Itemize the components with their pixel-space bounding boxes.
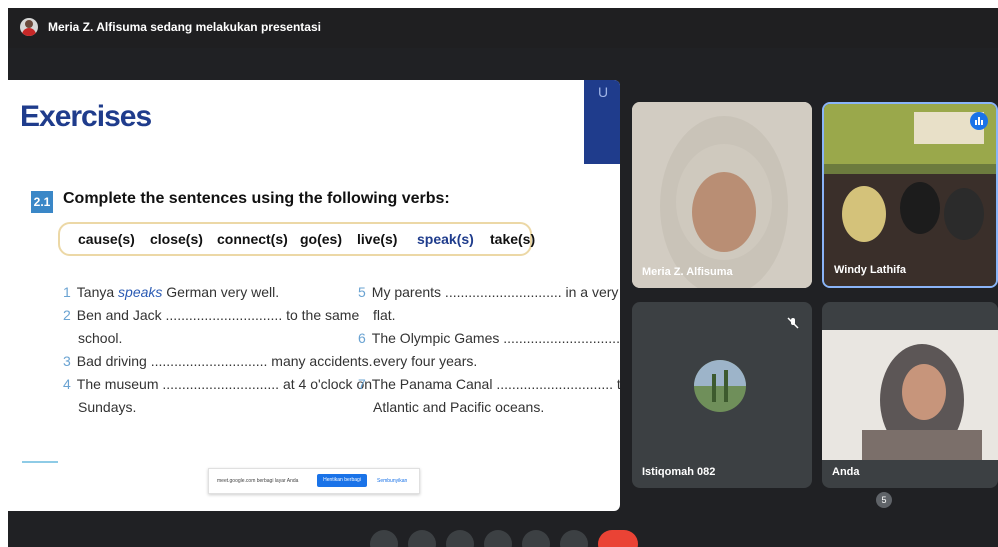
sentence-3: 3 Bad driving ...........................… [63, 353, 373, 369]
verb-item: take(s) [490, 231, 536, 247]
section-number: 2.1 [31, 191, 53, 213]
sentence-2: 2 Ben and Jack ..........................… [63, 307, 360, 323]
share-bar-text: meet.google.com berbagi layar Anda [217, 478, 299, 484]
camera-button[interactable] [408, 530, 436, 547]
mic-button[interactable] [370, 530, 398, 547]
verb-item: cause(s) [78, 231, 135, 247]
sentence-1: 1 Tanya speaks German very well. [63, 284, 280, 300]
shared-slide: U Exercises 2.1 Complete the sentences u… [8, 80, 620, 511]
slide-title: Exercises [20, 100, 152, 133]
verb-item: go(es) [300, 231, 342, 247]
presenter-bar: Meria Z. Alfisuma sedang melakukan prese… [8, 8, 998, 48]
more-options-button[interactable] [560, 530, 588, 547]
verb-item: connect(s) [217, 231, 288, 247]
speaking-indicator-icon [970, 112, 988, 130]
sentence-5: 5 My parents ............................… [358, 284, 620, 300]
info-button[interactable] [828, 530, 856, 547]
participant-name: Anda [832, 466, 860, 478]
screen-share-bar: meet.google.com berbagi layar Anda Henti… [208, 468, 420, 494]
end-call-button[interactable] [598, 530, 638, 547]
raise-hand-button[interactable] [446, 530, 474, 547]
participant-tile[interactable]: Windy Lathifa [822, 102, 998, 288]
people-button[interactable] [870, 530, 898, 547]
verb-list: cause(s) close(s) connect(s) go(es) live… [58, 222, 536, 256]
participant-avatar [694, 360, 746, 412]
verb-item: close(s) [150, 231, 203, 247]
chat-button[interactable] [908, 530, 936, 547]
handwritten-answer: speaks [118, 284, 163, 300]
participant-video [632, 102, 812, 288]
hide-button[interactable]: Sembunyikan [377, 478, 407, 484]
participant-tile[interactable]: Meria Z. Alfisuma [632, 102, 812, 288]
verb-item: speak(s) [417, 231, 474, 247]
slide-corner-decoration: U [584, 80, 620, 164]
participant-video [824, 104, 996, 286]
participant-count-badge: 5 [876, 492, 892, 508]
stop-sharing-button[interactable]: Hentikan berbagi [317, 474, 367, 487]
sentence-7: 7 The Panama Canal ......................… [358, 376, 620, 392]
meet-stage: Meria Z. Alfisuma sedang melakukan prese… [8, 8, 998, 547]
sentence-2-cont: school. [78, 330, 123, 346]
sentence-4-cont: Sundays. [78, 399, 137, 415]
verb-item: live(s) [357, 231, 398, 247]
sentence-7-cont: Atlantic and Pacific oceans. [373, 399, 545, 415]
presenter-text: Meria Z. Alfisuma sedang melakukan prese… [48, 20, 321, 34]
presenter-avatar [20, 18, 38, 36]
sentence-6: 6 The Olympic Games .....................… [358, 330, 620, 346]
participant-video [822, 330, 998, 460]
instruction-text: Complete the sentences using the followi… [63, 190, 450, 207]
participant-name: Istiqomah 082 [642, 466, 716, 478]
participant-name: Windy Lathifa [834, 264, 907, 276]
participant-tile[interactable]: Anda [822, 302, 998, 488]
participant-tile[interactable]: Istiqomah 082 [632, 302, 812, 488]
sentence-6-cont: every four years. [373, 353, 478, 369]
sentence-5-cont: flat. [373, 307, 396, 323]
present-button[interactable] [522, 530, 550, 547]
participant-name: Meria Z. Alfisuma [642, 266, 733, 278]
sentence-4: 4 The museum ............................… [63, 376, 373, 392]
slide-divider [22, 461, 58, 463]
captions-button[interactable] [484, 530, 512, 547]
mic-off-icon [787, 317, 799, 329]
activities-button[interactable] [946, 530, 974, 547]
